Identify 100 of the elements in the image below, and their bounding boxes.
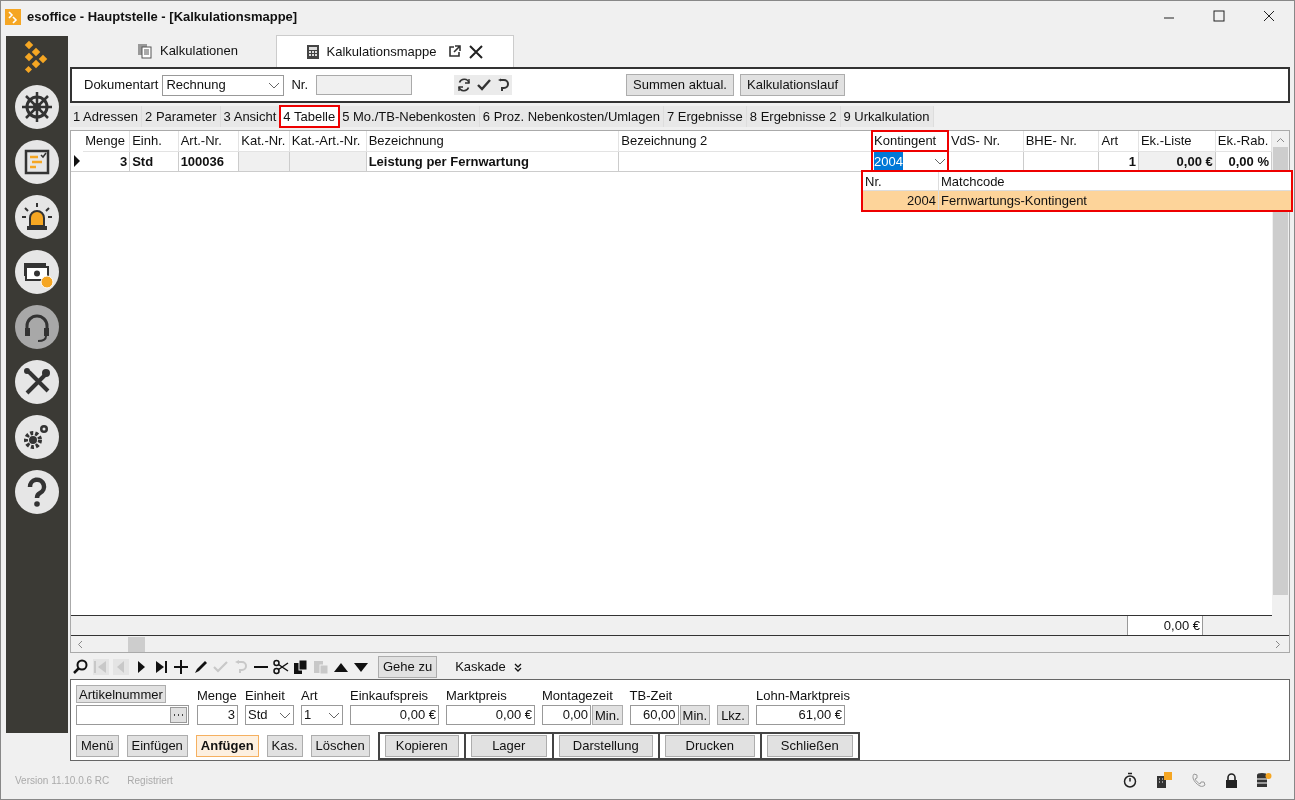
- table-cell: 100036: [178, 151, 239, 172]
- tab[interactable]: 5 Mo./TB-Nebenkosten: [339, 106, 480, 127]
- license-text: Registriert: [127, 773, 173, 788]
- ellipsis-button-icon[interactable]: [170, 707, 187, 723]
- number-field[interactable]: [316, 75, 413, 95]
- horizontal-scrollbar[interactable]: [71, 635, 1289, 652]
- help-icon[interactable]: [15, 470, 59, 514]
- input-field[interactable]: 0,00: [542, 705, 591, 725]
- column-header[interactable]: Ek.-Liste: [1138, 131, 1216, 151]
- scrollbar-thumb[interactable]: [128, 636, 145, 652]
- gears-icon[interactable]: [15, 415, 59, 459]
- ship-wheel-icon[interactable]: [15, 85, 59, 129]
- column-header[interactable]: Art: [1099, 131, 1139, 151]
- lkz-button[interactable]: Lkz.: [717, 705, 749, 725]
- tab[interactable]: 9 Urkalkulation: [840, 106, 934, 127]
- column-header[interactable]: BHE- Nr.: [1023, 131, 1099, 151]
- plus-icon[interactable]: [173, 659, 189, 675]
- skip-last-icon[interactable]: [153, 659, 169, 675]
- action-button[interactable]: Darstellung: [558, 735, 653, 757]
- stopwatch-icon[interactable]: [1123, 772, 1137, 788]
- column-header[interactable]: Kontingent: [871, 131, 949, 151]
- column-header: Nr.: [863, 172, 939, 190]
- scroll-left-icon[interactable]: [77, 639, 83, 649]
- planner-board-icon[interactable]: [15, 140, 59, 184]
- dropdown-row[interactable]: 2004 Fernwartungs-Kontingent: [863, 191, 1291, 210]
- tab[interactable]: 8 Ergebnisse 2: [746, 106, 841, 127]
- go-to-button[interactable]: Gehe zu: [378, 656, 438, 678]
- tools-icon[interactable]: [15, 360, 59, 404]
- form-button[interactable]: Anfügen: [195, 735, 259, 757]
- scrollbar-thumb[interactable]: [1273, 147, 1288, 595]
- calculator-icon: [306, 44, 319, 59]
- article-number-button[interactable]: Artikelnummer: [76, 685, 166, 703]
- search-icon[interactable]: [73, 659, 89, 675]
- headset-icon[interactable]: [15, 305, 59, 349]
- input-field[interactable]: 60,00: [629, 705, 679, 725]
- article-number-field[interactable]: [76, 705, 189, 725]
- tab[interactable]: 7 Ergebnisse: [663, 106, 747, 127]
- column-header[interactable]: Ek.-Rab.: [1215, 131, 1272, 151]
- form-button[interactable]: Kas.: [266, 735, 303, 757]
- column-header[interactable]: Bezeichnung 2: [618, 131, 872, 151]
- column-header[interactable]: Kat.-Art.-Nr.: [289, 131, 367, 151]
- cascade-button[interactable]: Kaskade: [455, 656, 522, 678]
- app-logo-icon: [5, 9, 21, 25]
- scroll-up-icon[interactable]: [1276, 137, 1285, 143]
- scissors-icon[interactable]: [273, 659, 289, 675]
- action-button[interactable]: Drucken: [664, 735, 755, 757]
- vertical-scrollbar[interactable]: [1272, 131, 1289, 635]
- checkmark-icon[interactable]: [477, 79, 492, 91]
- building-icon[interactable]: [1155, 771, 1173, 789]
- toolbar-button[interactable]: Kalkulationslauf: [740, 74, 846, 96]
- form-button[interactable]: Einfügen: [126, 735, 188, 757]
- input-field[interactable]: 0,00 €: [350, 705, 439, 725]
- column-header[interactable]: Kat.-Nr.: [238, 131, 290, 151]
- input-field[interactable]: 0,00 €: [446, 705, 535, 725]
- tab[interactable]: 1 Adressen: [70, 106, 143, 127]
- column-header[interactable]: Bezeichnung: [366, 131, 619, 151]
- input-field[interactable]: 61,00 €: [755, 705, 845, 725]
- close-icon[interactable]: [469, 44, 484, 59]
- combo-field[interactable]: 1: [301, 705, 343, 725]
- number-label: Nr.: [291, 76, 309, 95]
- form-button[interactable]: Löschen: [310, 735, 370, 757]
- tab[interactable]: 6 Proz. Nebenkosten/Umlagen: [479, 106, 664, 127]
- input-field[interactable]: 3: [197, 705, 238, 725]
- refresh-icon[interactable]: [457, 78, 472, 92]
- form-button[interactable]: Menü: [76, 735, 119, 757]
- chevron-down-icon: [279, 711, 291, 719]
- field-label: Menge: [197, 687, 238, 705]
- database-icon[interactable]: [1256, 771, 1272, 789]
- pop-out-icon[interactable]: [448, 45, 462, 58]
- documents-icon: [137, 43, 152, 59]
- money-icon[interactable]: [15, 250, 59, 294]
- column-header[interactable]: Einh.: [129, 131, 179, 151]
- column-header[interactable]: Menge: [83, 131, 130, 151]
- total-cell: 0,00 €: [1127, 616, 1203, 635]
- maximize-icon[interactable]: [1213, 10, 1225, 22]
- document-tab[interactable]: Kalkulationsmappe: [276, 35, 514, 67]
- alarm-light-icon[interactable]: [15, 195, 59, 239]
- action-button[interactable]: Schließen: [766, 735, 853, 757]
- document-type-dropdown[interactable]: Rechnung: [162, 74, 285, 96]
- undo-icon[interactable]: [497, 78, 510, 92]
- column-header[interactable]: VdS- Nr.: [948, 131, 1024, 151]
- close-icon[interactable]: [1263, 10, 1275, 22]
- table-cell: Leistung per Fernwartung: [366, 151, 619, 172]
- action-button[interactable]: Kopieren: [384, 735, 459, 757]
- tab[interactable]: 2 Parameter: [142, 106, 221, 127]
- lock-icon[interactable]: [1225, 772, 1238, 788]
- scroll-right-icon[interactable]: [1275, 639, 1281, 649]
- tab[interactable]: 4 Tabelle: [280, 106, 340, 127]
- unit-button[interactable]: Min.: [679, 705, 711, 725]
- column-header[interactable]: Art.-Nr.: [178, 131, 239, 151]
- combo-field[interactable]: Std: [245, 705, 294, 725]
- unit-button[interactable]: Min.: [592, 705, 623, 725]
- table-cell: 3: [83, 151, 130, 172]
- copy-icon[interactable]: [293, 659, 309, 675]
- toolbar-button[interactable]: Summen aktual.: [626, 74, 734, 96]
- tab[interactable]: 3 Ansicht: [220, 106, 281, 127]
- field-label: Marktpreis: [446, 687, 508, 705]
- pencil-icon[interactable]: [193, 659, 209, 675]
- chevron-down-icon: [328, 711, 340, 719]
- action-button[interactable]: Lager: [470, 735, 547, 757]
